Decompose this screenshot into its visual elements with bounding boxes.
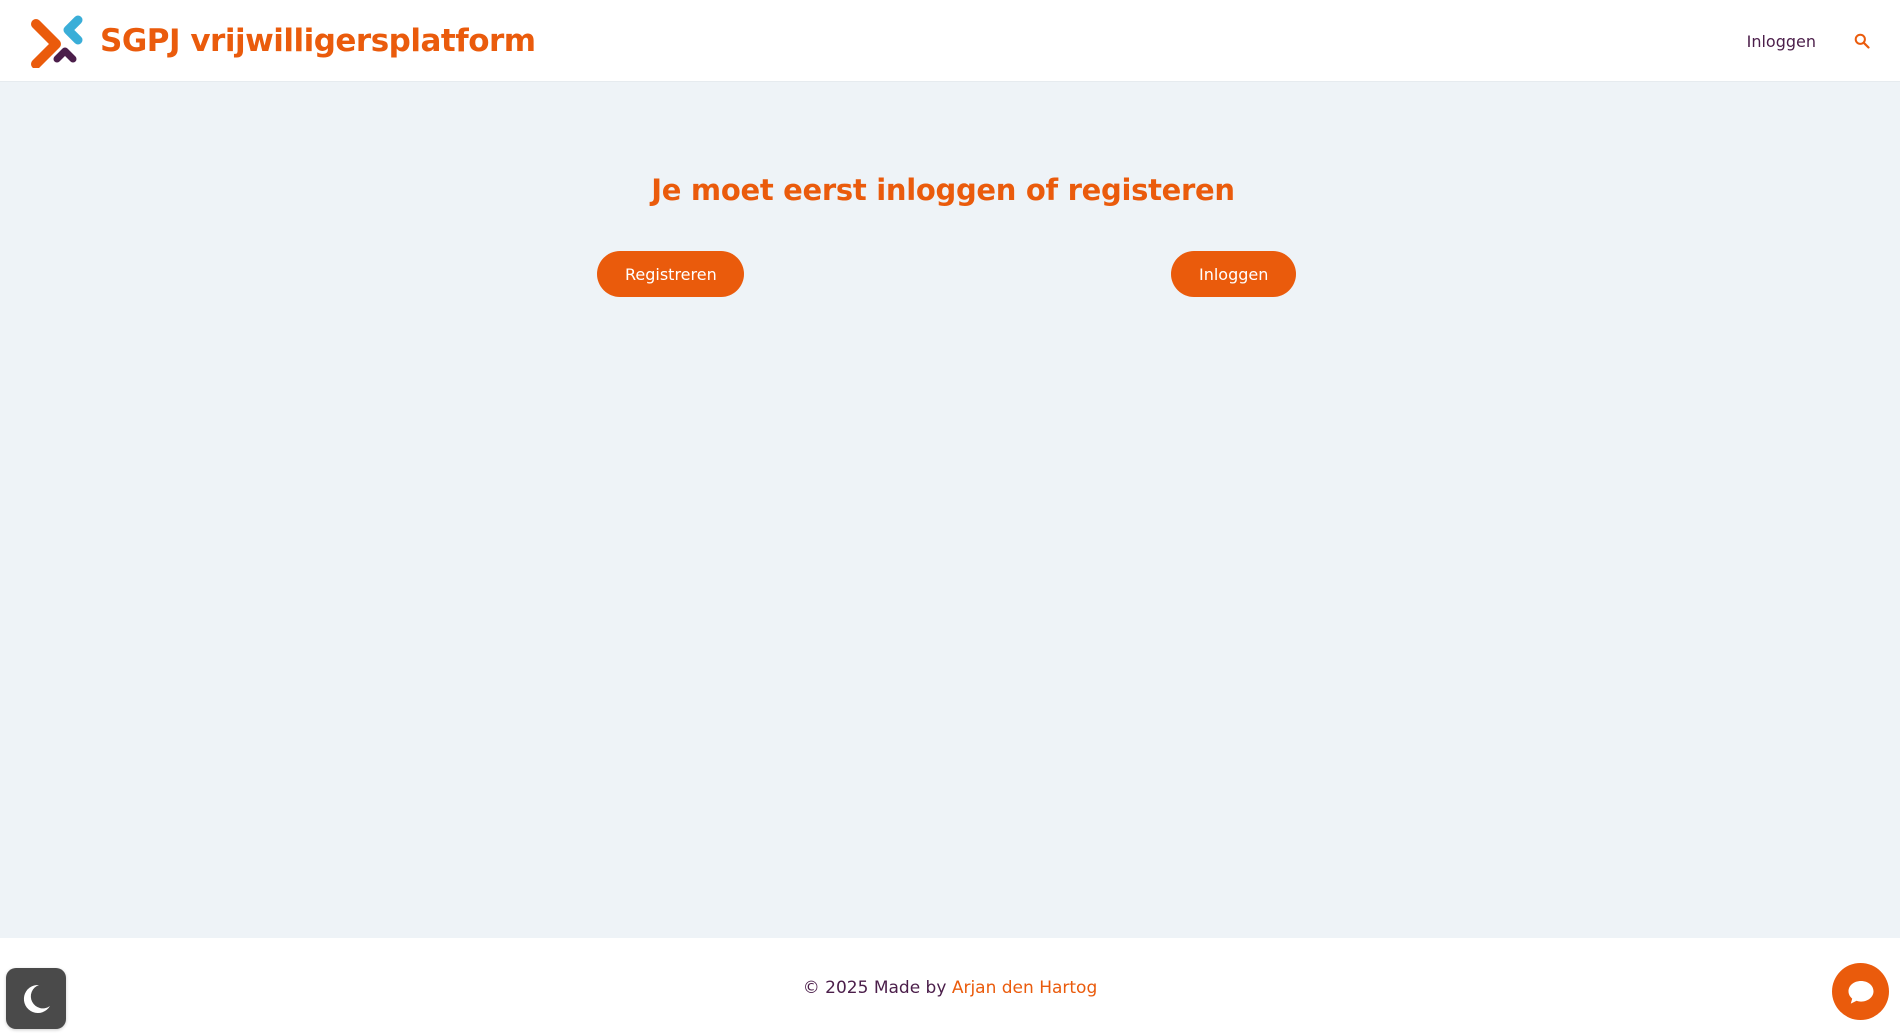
register-button[interactable]: Registreren: [597, 251, 744, 297]
main-content: Je moet eerst inloggen of registeren Reg…: [0, 82, 1900, 938]
sgpj-logo: [31, 15, 83, 68]
login-required-heading: Je moet eerst inloggen of registeren: [651, 173, 1235, 207]
site-brand-link[interactable]: SGPJ vrijwilligersplatform: [30, 14, 536, 68]
nav-login-link[interactable]: Inloggen: [1747, 32, 1816, 51]
copyright-prefix: © 2025 Made by: [802, 978, 952, 998]
search-icon: [1854, 33, 1870, 49]
moon-icon: [23, 984, 50, 1013]
copyright-text: © 2025 Made by Arjan den Hartog: [0, 978, 1900, 998]
main-nav: Inloggen: [1747, 24, 1874, 58]
chat-bubble-icon: [1848, 980, 1873, 1004]
site-title: SGPJ vrijwilligersplatform: [100, 23, 536, 59]
dark-mode-toggle[interactable]: [6, 968, 66, 1029]
author-link[interactable]: Arjan den Hartog: [952, 978, 1097, 998]
chat-button[interactable]: [1832, 963, 1889, 1020]
login-button[interactable]: Inloggen: [1171, 251, 1296, 297]
site-header: SGPJ vrijwilligersplatform Inloggen: [0, 0, 1900, 82]
site-footer: © 2025 Made by Arjan den Hartog: [0, 938, 1900, 1035]
search-button[interactable]: [1850, 29, 1874, 53]
